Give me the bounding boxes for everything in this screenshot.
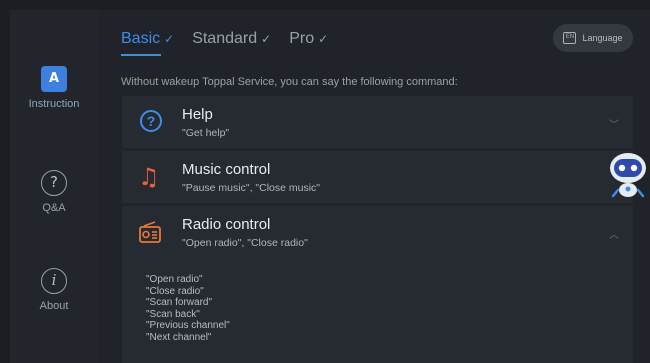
command-title: Radio control [182, 216, 271, 233]
sidebar-item-instruction[interactable]: A Instruction [10, 66, 98, 110]
list-item: "Next channel" [146, 331, 212, 343]
chevron-down-icon[interactable]: ﹀ [609, 116, 619, 131]
music-note-icon: ♫ [138, 163, 160, 191]
list-item: "Previous channel" [146, 320, 230, 331]
command-title: Help [182, 106, 213, 123]
info-circle-icon: i [41, 268, 67, 294]
tier-tabs: Basic ✓ Standard ✓ Pro ✓ [121, 28, 328, 56]
expanded-command-list: "Open radio" "Close radio" "Scan forward… [122, 258, 633, 351]
list-item: "Open radio" [146, 274, 203, 285]
command-card-radio[interactable]: Radio control "Open radio", "Close radio… [122, 206, 633, 363]
instruction-hint: Without wakeup Toppal Service, you can s… [121, 76, 458, 88]
command-example: "Get help" [182, 127, 230, 139]
sidebar-item-about[interactable]: i About [10, 268, 98, 312]
tab-basic[interactable]: Basic ✓ [121, 30, 175, 56]
keyboard-icon: EN [563, 32, 577, 44]
robot-assistant-icon[interactable] [608, 150, 648, 200]
tab-label: Standard [192, 30, 258, 47]
sidebar-item-qa[interactable]: ? Q&A [10, 170, 98, 214]
a-badge-icon: A [41, 66, 67, 92]
list-item: "Close radio" [146, 285, 204, 297]
check-icon: ✓ [261, 32, 272, 46]
check-icon: ✓ [164, 32, 175, 46]
tab-label: Pro [289, 30, 315, 47]
command-title: Music control [182, 161, 271, 178]
help-circle-icon: ? [140, 110, 162, 132]
tab-pro[interactable]: Pro ✓ [289, 30, 328, 50]
language-label: Language [582, 33, 623, 43]
sidebar: A Instruction ? Q&A i About [10, 10, 98, 363]
question-circle-icon: ? [41, 170, 67, 196]
sidebar-item-label: Q&A [42, 202, 66, 214]
radio-icon [138, 220, 164, 246]
command-card-music[interactable]: ♫ Music control "Pause music", "Close mu… [122, 151, 633, 203]
command-example: "Pause music", "Close music" [182, 182, 321, 194]
sidebar-item-label: About [39, 300, 69, 312]
language-button[interactable]: EN Language [553, 24, 633, 52]
command-card-help[interactable]: ? Help "Get help" ﹀ [122, 96, 633, 148]
list-item: "Scan back" [146, 308, 200, 320]
tab-standard[interactable]: Standard ✓ [192, 30, 271, 50]
command-example: "Open radio", "Close radio" [182, 237, 308, 249]
sidebar-item-label: Instruction [28, 98, 80, 110]
list-item: "Scan forward" [146, 297, 213, 308]
check-icon: ✓ [318, 32, 329, 46]
chevron-up-icon[interactable]: ︿ [609, 226, 619, 241]
tab-label: Basic [121, 30, 161, 47]
